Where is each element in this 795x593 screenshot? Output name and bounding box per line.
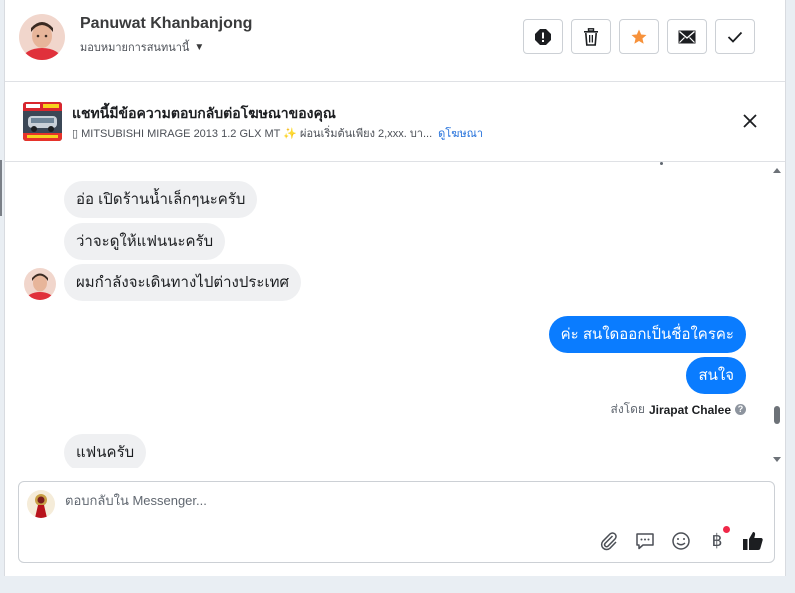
chat-bubble-icon (636, 533, 654, 550)
scrollbar-thumb[interactable] (774, 406, 780, 424)
check-icon (727, 31, 743, 43)
conversation-header: Panuwat Khanbanjong มอบหมายการสนทนานี้ ▼ (5, 0, 785, 82)
thumbs-up-icon (743, 532, 763, 550)
close-icon (743, 114, 757, 128)
read-receipt-marker (660, 162, 663, 165)
like-button[interactable] (742, 530, 764, 552)
sender-name: Jirapat Chalee (648, 402, 731, 417)
message-outgoing[interactable]: ค่ะ สนใดออกเป็นชื่อใครคะ (548, 316, 746, 353)
mark-spam-button[interactable] (523, 19, 563, 54)
payment-button[interactable]: ฿ (706, 526, 730, 552)
star-icon (631, 29, 647, 44)
contact-name[interactable]: Panuwat Khanbanjong (80, 15, 252, 33)
message-thread[interactable]: อ่อ เปิดร้านน้ำเล็กๆนะครับ ว่าจะดูให้แฟน… (5, 162, 771, 468)
sent-by-label: ส่งโดย Jirapat Chalee ? (610, 400, 746, 419)
sent-by-prefix: ส่งโดย (610, 402, 645, 416)
page-avatar (27, 490, 55, 518)
paperclip-icon (600, 532, 617, 551)
ad-description: ▯ MITSUBISHI MIRAGE 2013 1.2 GLX MT ✨ ผ่… (72, 128, 433, 140)
assign-conversation-dropdown[interactable]: มอบหมายการสนทนานี้ ▼ (80, 38, 204, 56)
message-incoming[interactable]: ว่าจะดูให้แฟนนะครับ (64, 223, 226, 260)
smiley-icon (672, 532, 690, 550)
view-ad-link[interactable]: ดูโฆษณา (438, 128, 483, 140)
notification-dot (723, 526, 730, 533)
saved-replies-button[interactable] (634, 530, 656, 552)
alert-icon (535, 28, 551, 45)
thread-scrollbar[interactable] (771, 162, 783, 468)
assign-label: มอบหมายการสนทนานี้ (80, 42, 190, 54)
ad-subtitle: ▯ MITSUBISHI MIRAGE 2013 1.2 GLX MT ✨ ผ่… (72, 124, 483, 142)
contact-avatar-small (24, 268, 56, 300)
caret-down-icon: ▼ (194, 41, 205, 53)
scroll-up-arrow-icon[interactable] (773, 168, 781, 173)
scroll-down-arrow-icon[interactable] (773, 457, 781, 462)
attach-button[interactable] (598, 530, 620, 552)
reply-composer: ฿ (18, 481, 775, 563)
help-icon[interactable]: ? (735, 404, 746, 415)
envelope-icon (678, 30, 696, 43)
message-incoming[interactable]: ผมกำลังจะเดินทางไปต่างประเทศ (64, 264, 302, 301)
message-incoming[interactable]: แฟนครับ (64, 434, 147, 468)
delete-button[interactable] (571, 19, 611, 54)
baht-icon: ฿ (711, 531, 723, 550)
close-ad-bar-button[interactable] (739, 110, 761, 132)
ad-context-bar: แชทนี้มีข้อความตอบกลับต่อโฆษณาของคุณ ▯ M… (5, 82, 785, 162)
emoji-button[interactable] (670, 530, 692, 552)
mark-done-button[interactable] (715, 19, 755, 54)
header-actions (523, 19, 755, 54)
reply-input[interactable] (65, 493, 665, 508)
message-incoming[interactable]: อ่อ เปิดร้านน้ำเล็กๆนะครับ (64, 181, 258, 218)
ad-thumbnail[interactable] (23, 102, 62, 141)
star-button[interactable] (619, 19, 659, 54)
composer-tools: ฿ (598, 526, 764, 552)
window-edge (0, 160, 2, 216)
trash-icon (584, 27, 598, 46)
message-outgoing[interactable]: สนใจ (686, 357, 746, 394)
conversation-panel: Panuwat Khanbanjong มอบหมายการสนทนานี้ ▼ (4, 0, 786, 576)
mark-unread-button[interactable] (667, 19, 707, 54)
ad-title: แชทนี้มีข้อความตอบกลับต่อโฆษณาของคุณ (72, 105, 336, 121)
contact-avatar[interactable] (19, 14, 65, 60)
